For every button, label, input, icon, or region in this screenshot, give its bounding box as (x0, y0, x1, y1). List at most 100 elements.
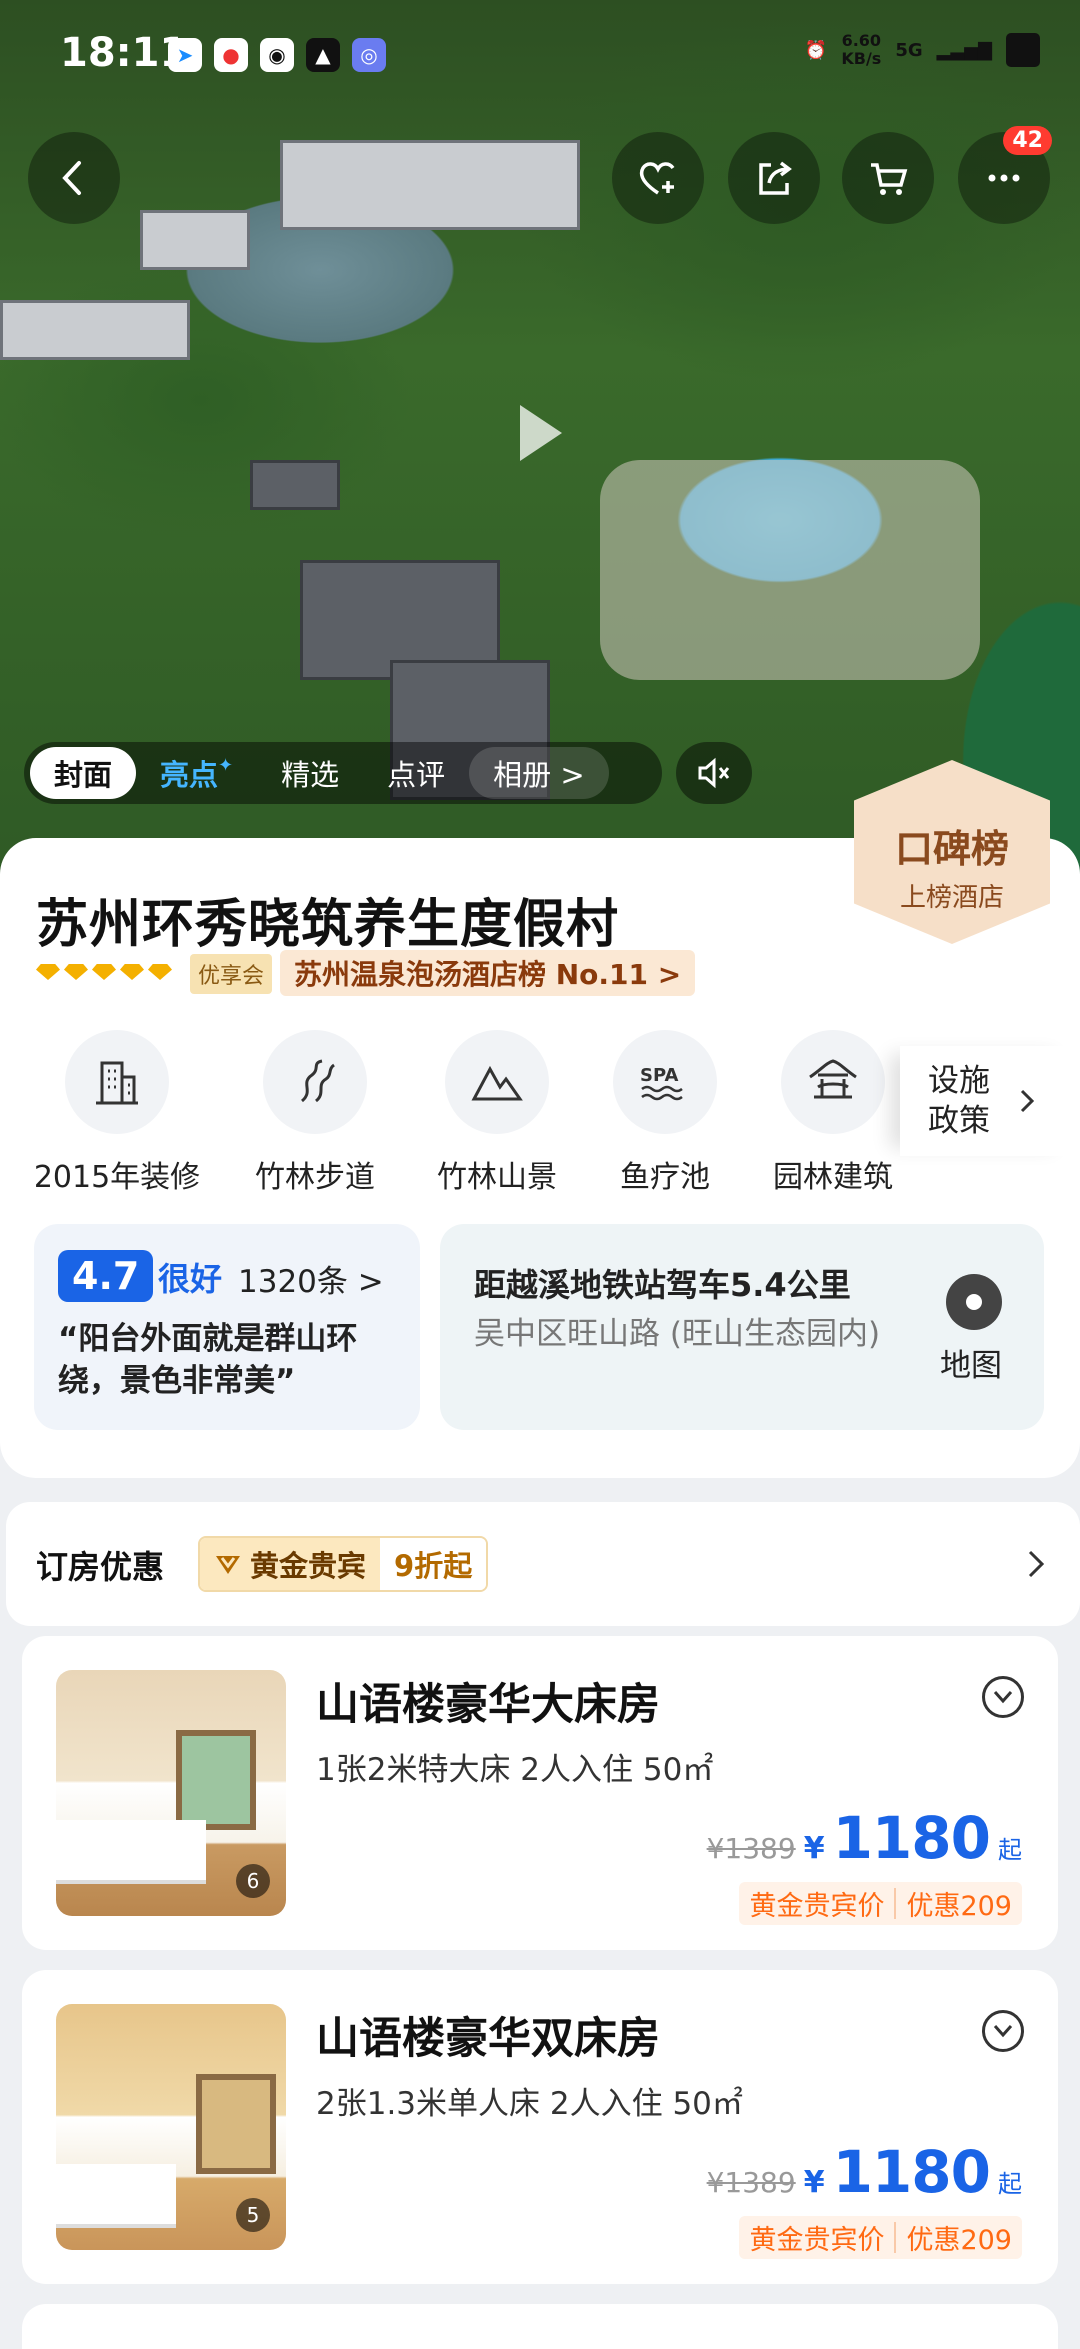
location-distance: 距越溪地铁站驾车5.4公里 (474, 1266, 851, 1304)
vip-heart-icon (216, 1556, 240, 1574)
play-icon[interactable] (520, 405, 562, 461)
facility-item[interactable]: 竹林山景 (402, 1030, 592, 1196)
share-button[interactable] (728, 132, 820, 224)
room-price: ¥1389 ¥ 1180 起 (707, 2138, 1022, 2206)
discount-amount: 优惠209 (906, 1891, 1012, 1922)
vip-price-label: 黄金贵宾价 (749, 1891, 885, 1922)
more-dots-icon (988, 174, 1020, 182)
villa (250, 460, 340, 510)
pool-deck (600, 460, 980, 680)
mountain-icon (445, 1030, 549, 1134)
signal-icon: ▂▃▅▇ (936, 39, 992, 61)
battery-icon (1006, 33, 1040, 67)
koubei-title: 口碑榜 (894, 827, 1009, 871)
koubei-subtitle: 上榜酒店 (899, 883, 1004, 913)
facility-label: 竹林山景 (437, 1160, 557, 1195)
tab-featured[interactable]: 精选 (257, 747, 363, 799)
navigation-icon: ▲ (306, 38, 340, 72)
facility-item[interactable]: 2015年装修 (22, 1030, 212, 1196)
room-name: 山语楼豪华双床房 (316, 2014, 660, 2064)
ranking-link[interactable]: 苏州温泉泡汤酒店榜 No.11 > (280, 950, 696, 996)
location-address: 吴中区旺山路 (旺山生态园内) (474, 1316, 881, 1352)
room-card[interactable]: 6 山语楼豪华大床房 1张2米特大床 2人入住 50㎡ ¥1389 ¥ 1180… (22, 1636, 1058, 1950)
cart-button[interactable] (842, 132, 934, 224)
facility-item[interactable]: 竹林步道 (220, 1030, 410, 1196)
hotel-rating-diamonds (36, 964, 172, 980)
room-info: 1张2米特大床 2人入住 50㎡ (316, 1752, 714, 1788)
original-price: ¥1389 (706, 1832, 796, 1865)
heart-plus-icon (639, 162, 675, 195)
discount-tag: 黄金贵宾价 优惠209 (739, 1882, 1022, 1925)
booking-promo-bar[interactable]: 订房优惠 黄金贵宾 9折起 (6, 1502, 1080, 1626)
discount-tag: 黄金贵宾价 优惠209 (739, 2216, 1022, 2259)
review-score: 4.7 (58, 1250, 154, 1302)
back-button[interactable] (28, 132, 120, 224)
svg-text:SPA: SPA (640, 1065, 679, 1086)
resort-building (0, 300, 190, 360)
pavilion-icon (781, 1030, 885, 1134)
diamond-icon (148, 964, 172, 980)
map-link[interactable]: 地图 (940, 1340, 1002, 1385)
cart-icon (871, 163, 908, 195)
diamond-icon (64, 964, 88, 980)
telegram-icon: ➤ (168, 38, 202, 72)
vip-discount: 9折起 (380, 1538, 487, 1590)
review-summary[interactable]: 4.7 很好 1320条 > “阳台外面就是群山环绕，景色非常美” (34, 1224, 420, 1430)
resort-building (140, 210, 250, 270)
policy-label: 设施 政策 (928, 1063, 990, 1139)
alarm-icon: ⏰ (804, 39, 828, 61)
facility-list: 2015年装修 竹林步道 竹林山景 SPA 鱼疗池 园林建筑 设施 政策 (0, 1030, 1080, 1210)
room-photo-window (196, 2074, 276, 2174)
chevron-right-icon (1020, 1089, 1035, 1113)
review-level: 很好 (158, 1260, 223, 1298)
tab-cover[interactable]: 封面 (30, 747, 137, 799)
location-summary[interactable]: 距越溪地铁站驾车5.4公里 吴中区旺山路 (旺山生态园内) 地图 (440, 1224, 1044, 1430)
spa-icon: SPA (613, 1030, 717, 1134)
facility-label: 鱼疗池 (620, 1160, 710, 1195)
review-quote: “阳台外面就是群山环绕，景色非常美” (58, 1321, 358, 1399)
room-card[interactable]: 5 山语楼豪华双床房 2张1.3米单人床 2人入住 50㎡ ¥1389 ¥ 11… (22, 1970, 1058, 2284)
facility-label: 2015年装修 (33, 1160, 201, 1195)
policy-link[interactable]: 设施 政策 (900, 1046, 1080, 1156)
promo-title: 订房优惠 (36, 1548, 165, 1586)
tab-album[interactable]: 相册 > (469, 747, 609, 799)
mute-icon (698, 757, 730, 789)
expand-button[interactable] (982, 2010, 1024, 2052)
vip-price-label: 黄金贵宾价 (749, 2225, 885, 2256)
favorite-button[interactable] (612, 132, 704, 224)
expand-button[interactable] (982, 1676, 1024, 1718)
room-photo-window (176, 1730, 256, 1830)
more-button[interactable]: 42 (958, 126, 1052, 224)
sparkle-icon: ✦ (218, 754, 234, 776)
facility-label: 园林建筑 (773, 1160, 893, 1195)
diamond-icon (92, 964, 116, 980)
media-tabs: 封面 亮点 ✦ 精选 点评 相册 > (24, 742, 662, 804)
diamond-icon (36, 964, 60, 980)
room-photo[interactable]: 5 (56, 2004, 286, 2250)
photo-count: 6 (236, 1864, 270, 1898)
price-suffix: 起 (998, 1836, 1022, 1864)
room-photo[interactable]: 6 (56, 1670, 286, 1916)
mute-button[interactable] (676, 742, 752, 804)
currency-symbol: ¥ (803, 2165, 825, 2200)
room-photo-bed (56, 1820, 206, 1880)
tab-highlights[interactable]: 亮点 ✦ (136, 747, 257, 799)
review-count: 1320条 > (238, 1264, 384, 1300)
current-price: 1180 (832, 2138, 991, 2206)
member-tag: 优享会 (190, 954, 273, 994)
network-speed: 6.60 KB/s (841, 31, 882, 68)
qq-icon: ◉ (260, 38, 294, 72)
signal-5g: 5G (895, 39, 923, 61)
tab-highlights-label: 亮点 (160, 758, 219, 792)
map-pin-icon (946, 1274, 1002, 1330)
original-price: ¥1389 (706, 2166, 796, 2199)
facility-item[interactable]: SPA 鱼疗池 (570, 1030, 760, 1196)
tab-reviews[interactable]: 点评 (363, 747, 469, 799)
diamond-icon (120, 964, 144, 980)
discount-amount: 优惠209 (906, 2225, 1012, 2256)
facility-label: 竹林步道 (255, 1160, 375, 1195)
room-price: ¥1389 ¥ 1180 起 (707, 1804, 1022, 1872)
hero-media[interactable]: 18:11 ➤ ● ◉ ▲ ◎ ⏰ 6.60 KB/s 5G ▂▃▅▇ 42 封… (0, 0, 1080, 880)
status-right: ⏰ 6.60 KB/s 5G ▂▃▅▇ (805, 32, 1040, 68)
chevron-down-icon (993, 2025, 1013, 2038)
